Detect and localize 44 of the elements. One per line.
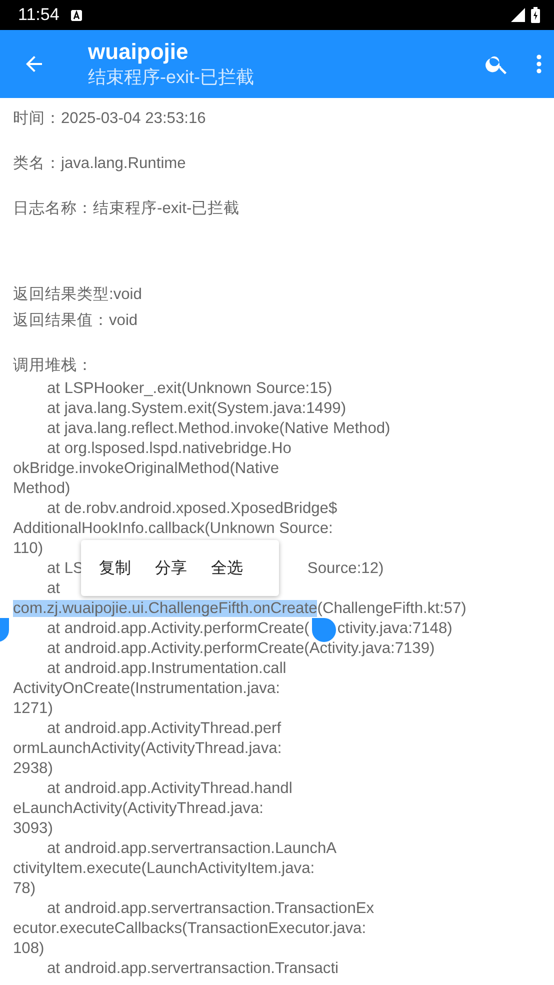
stack-line: at de.robv.android.xposed.XposedBridge$ (47, 500, 338, 517)
log-text: 类名：java.lang.Runtime (13, 154, 187, 174)
stack-line: Method) (13, 480, 70, 497)
stack-line: ctivityItem.execute(LaunchActivityItem.java: (13, 860, 315, 877)
stack-line: AdditionalHookInfo.callback(Unknown Source: (13, 520, 333, 537)
stack-line: at android.app.servertransaction.Transacti (47, 960, 339, 977)
log-text: 日志名称：结束程序-exit-已拦截 (13, 199, 241, 219)
app-subtitle: 结束程序-exit-已拦截 (88, 66, 255, 89)
menu-item[interactable]: 全选 (201, 550, 253, 586)
clock-time: 11:54 (18, 5, 60, 25)
stack-line: okBridge.invokeOriginalMethod(Native (13, 460, 280, 477)
stack-line: 3093) (13, 820, 53, 837)
stack-line: at android.app.ActivityThread.handl (47, 780, 292, 797)
stack-line: at org.lsposed.lspd.nativebridge.Ho (47, 440, 292, 457)
stack-line: 108) (13, 940, 44, 957)
selected-text: com.zj.wuaipojie.ui.ChallengeFifth.onCreate (13, 600, 318, 617)
stack-line: at android.app.Activity.performCreate(Activity.java:7139) (47, 640, 435, 657)
stack-line: (ChallengeFifth.kt:57) (317, 600, 466, 617)
log-text: 返回结果类型:void (13, 285, 143, 305)
stack-line: eLaunchActivity(ActivityThread.java: (13, 800, 264, 817)
stack-line: Source:12) (307, 560, 384, 577)
stack-line: at LSPHooker_.exit(Unknown Source:15) (47, 380, 332, 397)
stack-line: at android.app.Instrumentation.call (47, 660, 286, 677)
stack-line: at android.app.Activity.performCreate( (47, 620, 310, 637)
log-text: 时间：2025-03-04 23:53:16 (13, 109, 207, 129)
stack-line: ctivity.java:7148) (337, 620, 452, 637)
app-title: wuaipojie (88, 39, 190, 65)
stack-line: 110) (13, 540, 44, 557)
stack-line: 2938) (13, 760, 53, 777)
log-text: 返回结果值：void (13, 311, 139, 331)
stack-line: at java.lang.reflect.Method.invoke(Native Method) (47, 420, 390, 437)
stack-title: 调用堆栈： (13, 356, 94, 376)
stack-line: ecutor.executeCallbacks(TransactionExecutor.java: (13, 920, 366, 937)
stack-line: 78) (13, 880, 36, 897)
stack-line: at java.lang.System.exit(System.java:1499) (47, 400, 346, 417)
stack-line: at android.app.servertransaction.LaunchA (47, 840, 337, 857)
stack-line: 1271) (13, 700, 53, 717)
menu-item[interactable]: 复制 (89, 550, 141, 586)
stack-line: at android.app.servertransaction.TransactionEx (47, 900, 374, 917)
stack-line: ormLaunchActivity(ActivityThread.java: (13, 740, 282, 757)
stack-line: ActivityOnCreate(Instrumentation.java: (13, 680, 280, 697)
stack-line: at android.app.ActivityThread.perf (47, 720, 282, 737)
menu-item[interactable]: 分享 (145, 550, 197, 586)
stack-line: at (47, 580, 60, 597)
